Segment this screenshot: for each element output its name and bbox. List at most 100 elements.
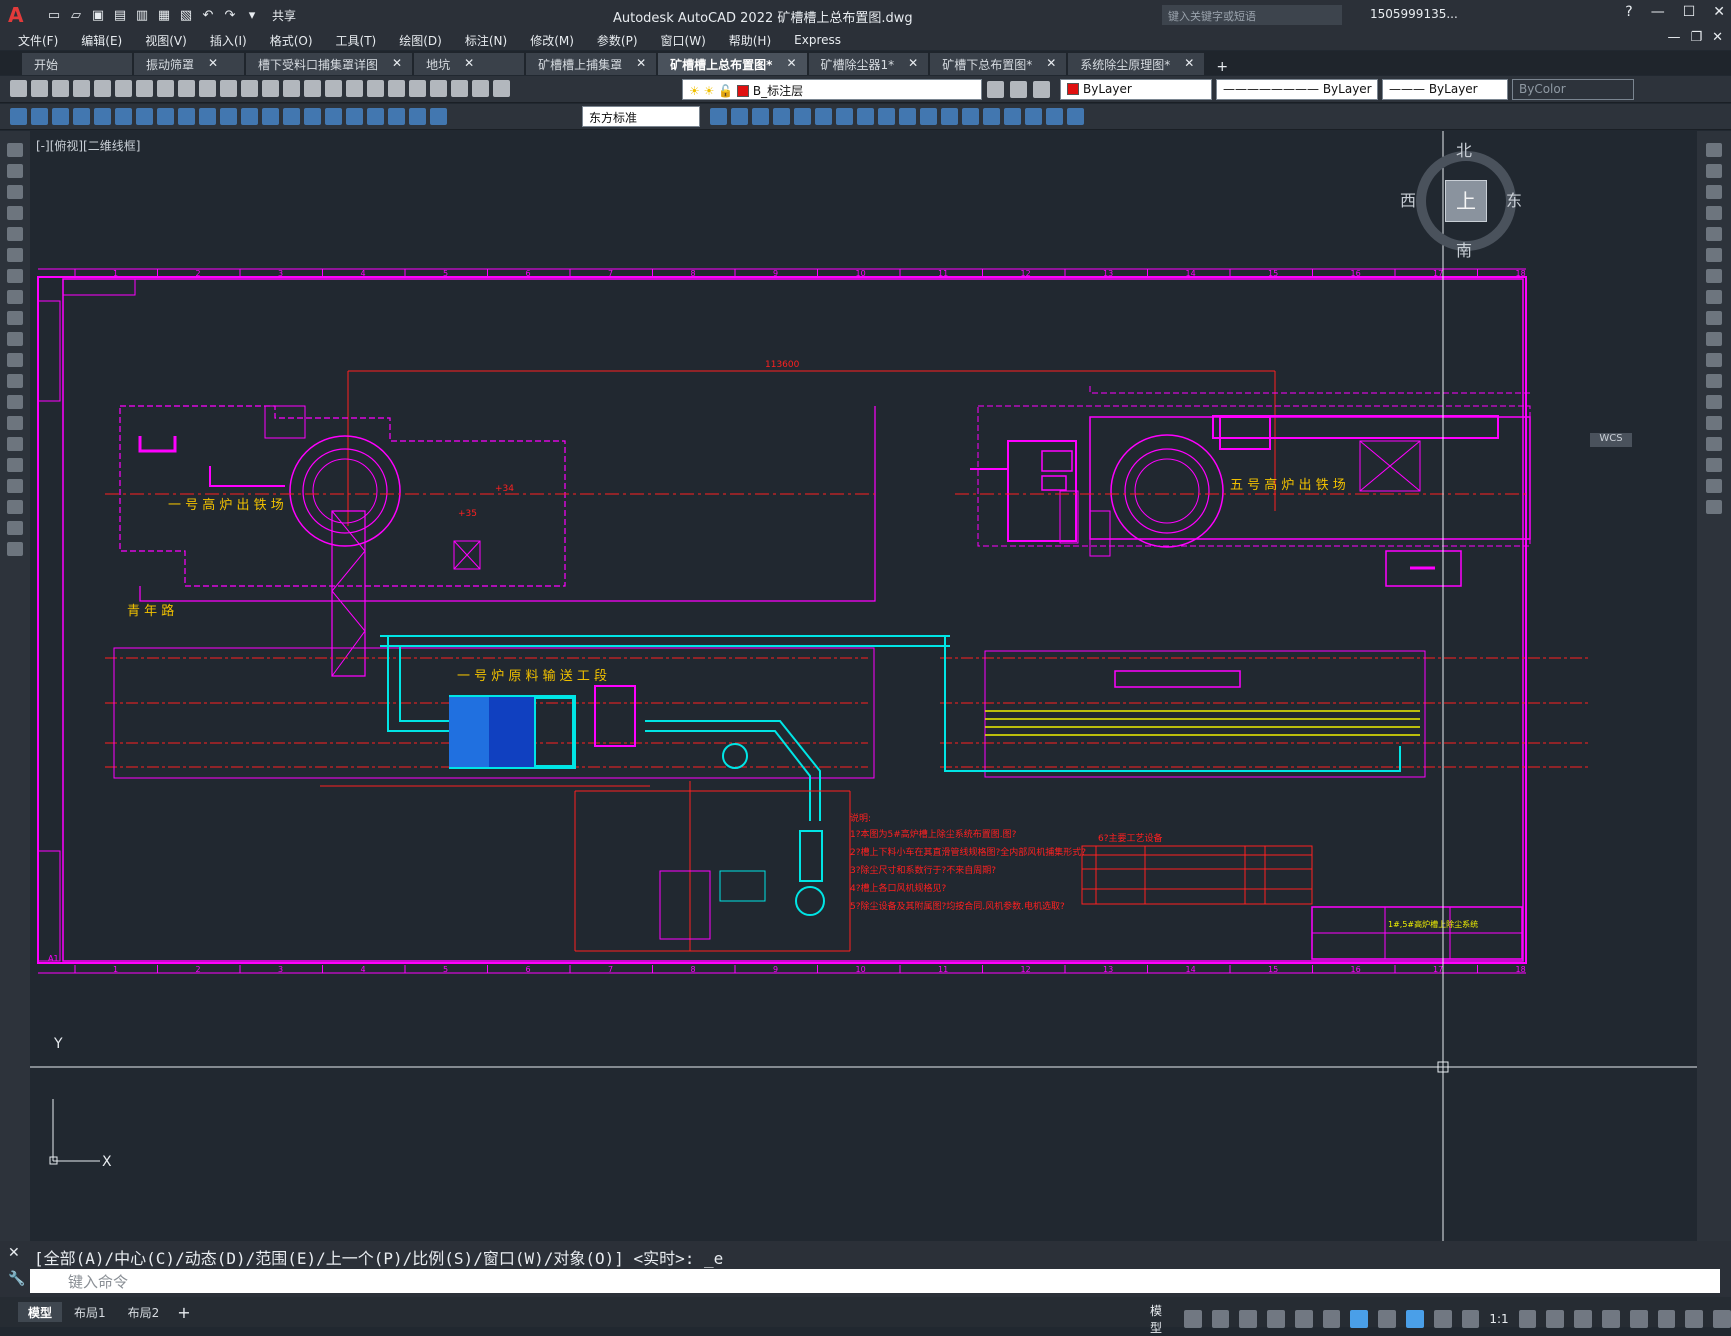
modify-tool-icon[interactable] [1706, 416, 1722, 430]
layer-match-icon[interactable] [1033, 81, 1050, 98]
draw-tool-icon[interactable] [7, 164, 23, 178]
lineweight-dropdown[interactable]: ——— ByLayer [1382, 79, 1508, 100]
annotation-scale-value[interactable]: 1:1 [1489, 1312, 1508, 1326]
snap-icon[interactable] [1211, 1310, 1230, 1328]
restore-icon[interactable]: ☐ [1683, 4, 1696, 20]
menu-item[interactable]: 修改(M) [530, 32, 574, 49]
draw-tool-icon[interactable] [7, 353, 23, 367]
file-tab[interactable]: 槽下受料口捕集罩详图 ✕ [246, 53, 413, 75]
modify-tool-icon[interactable] [1706, 458, 1722, 472]
help-toolbar-icon[interactable] [472, 80, 489, 97]
user-account-label[interactable]: 1505999135... [1370, 7, 1458, 21]
modify-tool-icon[interactable] [1706, 185, 1722, 199]
cut-icon[interactable] [136, 80, 153, 97]
menu-item[interactable]: 帮助(H) [729, 32, 771, 49]
ordinate-dim-icon[interactable] [73, 108, 90, 125]
clean-screen-icon[interactable] [1685, 1310, 1704, 1328]
redo-icon[interactable]: ↷ [220, 5, 240, 25]
new-tab-icon[interactable]: + [1216, 59, 1228, 75]
viewcube-east[interactable]: 东 [1506, 187, 1522, 211]
tab-close-icon[interactable]: ✕ [1184, 56, 1194, 75]
draw-tool-icon[interactable] [7, 374, 23, 388]
modify-tool-icon[interactable] [1706, 143, 1722, 157]
modify-tool-icon[interactable] [1706, 269, 1722, 283]
open-web-icon[interactable]: ▥ [132, 5, 152, 25]
linetype-dropdown[interactable]: ———————— ByLayer [1216, 79, 1378, 100]
draw-tool-icon[interactable] [7, 332, 23, 346]
doc-minimize-icon[interactable]: — [1667, 30, 1680, 45]
plot-icon[interactable]: ▧ [176, 5, 196, 25]
viewcube-north[interactable]: 北 [1456, 137, 1472, 161]
redo-toolbar-icon[interactable] [241, 80, 258, 97]
zoom-previous-icon[interactable] [325, 80, 342, 97]
menu-item[interactable]: 窗口(W) [661, 32, 706, 49]
draw-tool-icon[interactable] [7, 416, 23, 430]
join-icon[interactable] [962, 108, 979, 125]
layout-tab[interactable]: 布局2 [118, 1302, 170, 1322]
jogged-linear-icon[interactable] [346, 108, 363, 125]
tab-close-icon[interactable]: ✕ [392, 56, 402, 75]
command-input[interactable]: 键入命令 [30, 1269, 1720, 1293]
tab-close-icon[interactable]: ✕ [1046, 56, 1056, 75]
undo-toolbar-icon[interactable] [220, 80, 237, 97]
modify-tool-icon[interactable] [1706, 290, 1722, 304]
sheet-set-icon[interactable] [409, 80, 426, 97]
open-file-icon[interactable]: ▱ [66, 5, 86, 25]
menu-item[interactable]: 编辑(E) [81, 32, 122, 49]
menu-item[interactable]: 视图(V) [145, 32, 187, 49]
fillet-icon[interactable] [1004, 108, 1021, 125]
modify-tool-icon[interactable] [1706, 332, 1722, 346]
copy-icon[interactable] [157, 80, 174, 97]
annotation-scale-icon[interactable] [1461, 1310, 1480, 1328]
move-icon[interactable] [815, 108, 832, 125]
save-web-icon[interactable]: ▦ [154, 5, 174, 25]
layout-tab[interactable]: 布局1 [64, 1302, 116, 1322]
file-tab[interactable]: 系统除尘原理图* ✕ [1068, 53, 1205, 75]
jogged-dim-icon[interactable] [115, 108, 132, 125]
draw-tool-icon[interactable] [7, 542, 23, 556]
modify-tool-icon[interactable] [1706, 248, 1722, 262]
draw-tool-icon[interactable] [7, 143, 23, 157]
calculator-icon[interactable] [451, 80, 468, 97]
modify-tool-icon[interactable] [1706, 206, 1722, 220]
menu-item[interactable]: 工具(T) [336, 32, 377, 49]
rotate-icon[interactable] [836, 108, 853, 125]
zoom-realtime-icon[interactable] [283, 80, 300, 97]
radius-dim-icon[interactable] [94, 108, 111, 125]
viewcube-top-face[interactable]: 上 [1445, 180, 1487, 222]
explode-icon[interactable] [1025, 108, 1042, 125]
center-mark-icon[interactable] [304, 108, 321, 125]
modify-tool-icon[interactable] [1706, 437, 1722, 451]
add-layout-icon[interactable]: + [177, 1303, 190, 1322]
quick-dim-icon[interactable] [178, 108, 195, 125]
new-file-icon[interactable]: ▭ [44, 5, 64, 25]
copy-object-icon[interactable] [731, 108, 748, 125]
tab-close-icon[interactable]: ✕ [208, 56, 218, 75]
continue-dim-icon[interactable] [220, 108, 237, 125]
lineweight-toggle-icon[interactable] [1378, 1310, 1396, 1328]
modify-tool-icon[interactable] [1706, 479, 1722, 493]
trim-icon[interactable] [899, 108, 916, 125]
offset-icon[interactable] [773, 108, 790, 125]
modify-tool-icon[interactable] [1706, 227, 1722, 241]
dim-space-icon[interactable] [241, 108, 258, 125]
dimstyle-dropdown[interactable]: 东方标准 [582, 106, 700, 127]
tolerance-icon[interactable] [283, 108, 300, 125]
file-tab[interactable]: 地坑 ✕ [414, 53, 525, 75]
isodraft-icon[interactable] [1294, 1310, 1313, 1328]
file-tab[interactable]: 矿槽除尘器1* ✕ [808, 53, 929, 75]
help-icon[interactable]: ? [1625, 4, 1632, 20]
file-tab[interactable]: 矿槽槽上捕集罩 ✕ [526, 53, 657, 75]
object-snap-icon[interactable] [1350, 1310, 1369, 1328]
polar-icon[interactable] [1267, 1310, 1285, 1328]
draw-tool-icon[interactable] [7, 185, 23, 199]
wcs-menu[interactable]: WCS [1590, 433, 1632, 447]
doc-restore-icon[interactable]: ❐ [1690, 30, 1702, 45]
draw-tool-icon[interactable] [7, 395, 23, 409]
command-close-icon[interactable]: ✕ [8, 1245, 20, 1261]
properties-icon[interactable] [346, 80, 363, 97]
draw-tool-icon[interactable] [7, 521, 23, 535]
tool-palettes-icon[interactable] [388, 80, 405, 97]
draw-tool-icon[interactable] [7, 227, 23, 241]
group-icon[interactable] [1046, 108, 1063, 125]
